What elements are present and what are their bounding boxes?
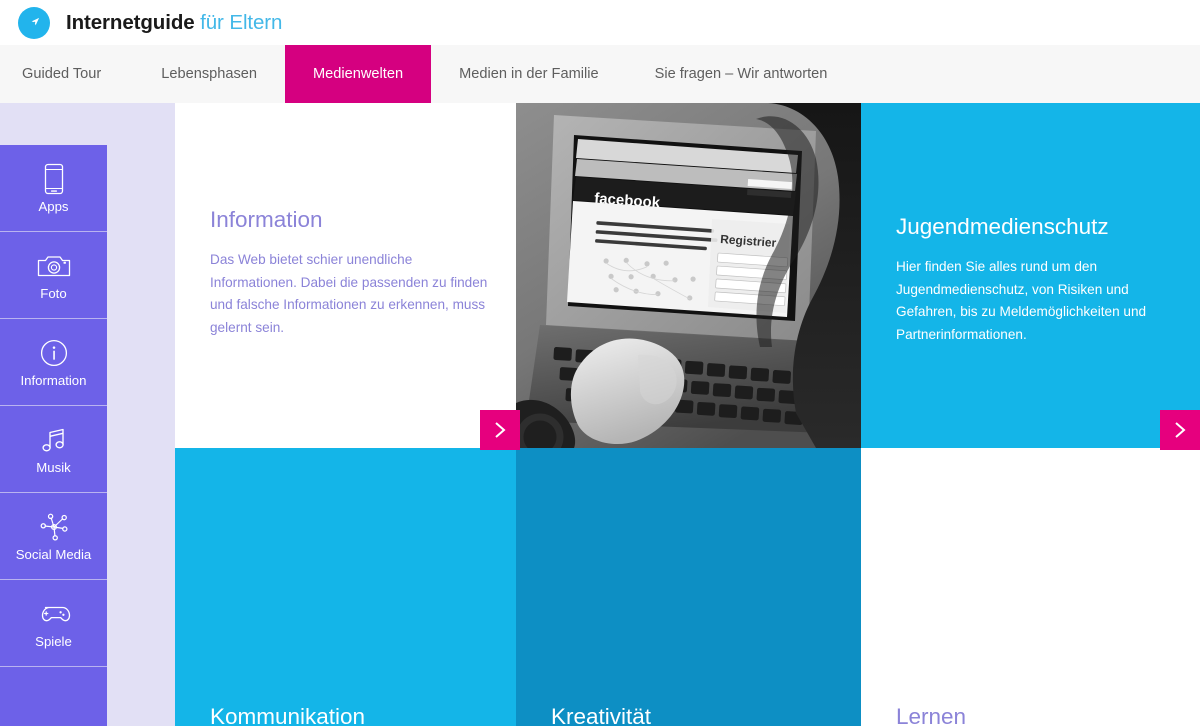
laptop-photo-illustration: facebook Registrier [516, 103, 861, 448]
sidebar-item-label: Spiele [35, 633, 72, 649]
sidebar-item-label: Foto [40, 285, 67, 301]
sidebar-item-musik[interactable]: Musik [0, 406, 107, 493]
tile-text: Das Web bietet schier unendliche Informa… [210, 252, 488, 336]
sidebar-item-social-media[interactable]: Social Media [0, 493, 107, 580]
nav-item-lebensphasen[interactable]: Lebensphasen [133, 45, 285, 103]
sidebar-item-next-partial[interactable] [0, 667, 107, 726]
sidebar-item-foto[interactable]: Foto [0, 232, 107, 319]
sidebar-item-spiele[interactable]: Spiele [0, 580, 107, 667]
brand-subtitle: für Eltern [200, 10, 283, 34]
brand-title: Internetguide für Eltern [66, 11, 282, 35]
app-header: Internetguide für Eltern [0, 0, 1200, 45]
carousel-next-left-button[interactable] [480, 410, 520, 450]
tile-kreativitaet[interactable]: Kreativität Das Netz bietet viele Möglic… [516, 448, 861, 726]
tile-kommunikation[interactable]: Kommunikation WhatsApp, Messenger und Co… [175, 448, 516, 726]
tile-title: Kreativität [551, 704, 652, 726]
tile-information[interactable]: Information Das Web bietet schier unendl… [175, 103, 516, 448]
music-note-icon [39, 423, 69, 457]
camera-icon [37, 249, 71, 283]
category-sidebar: Apps Foto Information Musik Social Media… [0, 145, 107, 726]
sidebar-item-label: Social Media [15, 546, 92, 562]
tile-title: Kommunikation [210, 704, 366, 726]
sidebar-item-information[interactable]: Information [0, 319, 107, 406]
nav-item-medien-in-der-familie[interactable]: Medien in der Familie [431, 45, 627, 103]
tile-jugendmedienschutz[interactable]: Jugendmedienschutz Hier finden Sie alles… [861, 103, 1200, 448]
nav-item-medienwelten[interactable]: Medienwelten [285, 45, 432, 103]
tile-lernen[interactable]: Lernen Lernen im Netz geht immer und übe… [861, 448, 1200, 726]
logo-compass-rocket-icon[interactable] [18, 6, 50, 39]
page-body: Apps Foto Information Musik Social Media… [0, 103, 1200, 726]
carousel-next-right-button[interactable] [1160, 410, 1200, 450]
sidebar-item-label: Musik [36, 459, 71, 475]
main-navigation: Guided Tour Lebensphasen Medienwelten Me… [0, 45, 1200, 103]
tile-title: Jugendmedienschutz [896, 214, 1109, 239]
sidebar-item-apps[interactable]: Apps [0, 145, 107, 232]
network-nodes-icon [38, 510, 70, 544]
tile-text: Hier finden Sie alles rund um den Jugend… [896, 259, 1147, 343]
brand-name: Internetguide [66, 10, 195, 34]
nav-item-guided-tour[interactable]: Guided Tour [0, 45, 133, 103]
nav-item-sie-fragen-wir-antworten[interactable]: Sie fragen – Wir antworten [627, 45, 856, 103]
chevron-right-icon [495, 422, 506, 438]
info-circle-icon [40, 336, 68, 370]
chevron-right-icon [1175, 422, 1186, 438]
gamepad-icon [36, 597, 72, 631]
tile-photo-laptop-facebook[interactable]: facebook Registrier [516, 103, 861, 448]
media-worlds-grid: Information Das Web bietet schier unendl… [175, 103, 1200, 726]
sidebar-item-label: Apps [38, 198, 69, 214]
tile-title: Lernen [896, 704, 967, 726]
smartphone-icon [43, 162, 65, 196]
sidebar-item-label: Information [20, 372, 87, 388]
tile-title: Information [210, 207, 323, 232]
